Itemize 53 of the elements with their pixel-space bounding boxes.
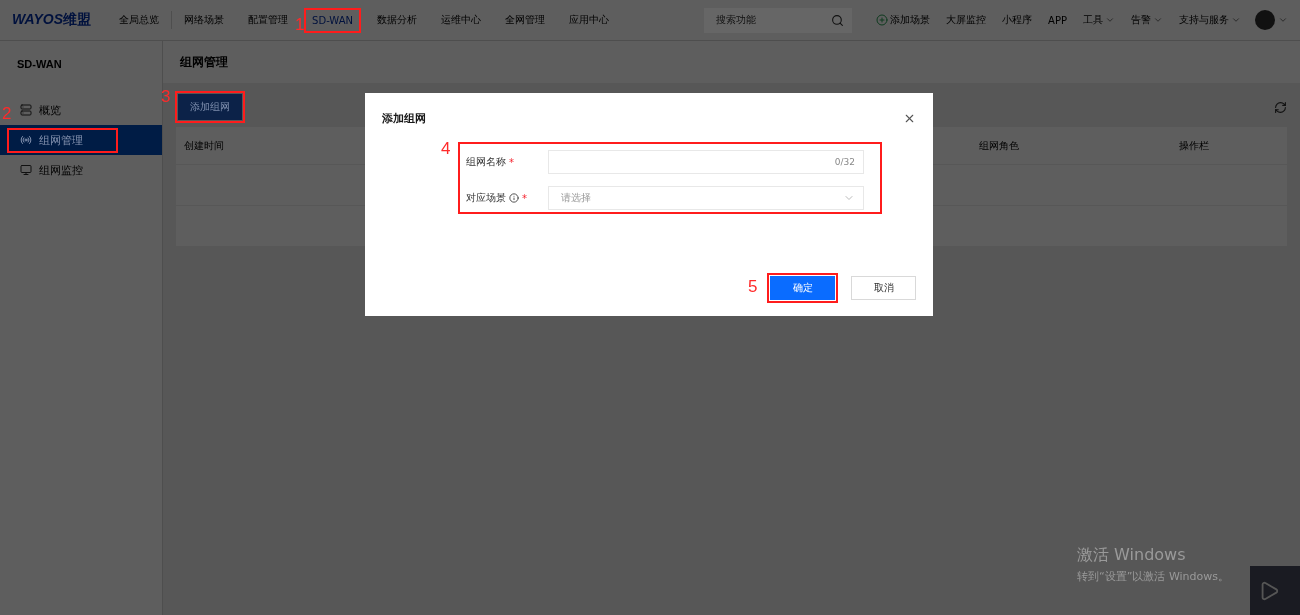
plus-circle-icon [876, 14, 889, 26]
info-icon [509, 193, 519, 203]
nav-item[interactable]: 运维中心 [437, 10, 485, 30]
confirm-button[interactable]: 确定 [770, 276, 835, 300]
header-link[interactable]: 大屏监控 [946, 13, 987, 27]
chevron-down-icon [1278, 15, 1288, 25]
sidebar-item[interactable]: 概览 [16, 95, 162, 125]
header-link[interactable]: 工具 [1083, 13, 1115, 27]
field-label: 对应场景 * [466, 191, 528, 205]
input-field[interactable]: 0/32 [548, 150, 864, 174]
avatar[interactable] [1255, 10, 1275, 30]
column-header: 操作栏 [1179, 138, 1209, 153]
search-icon [831, 13, 845, 27]
nav-item[interactable]: 全局总览 [115, 10, 164, 30]
nav-icon [20, 164, 32, 176]
sidebar-title: SD-WAN [16, 57, 63, 72]
chevron-down-icon [1231, 15, 1241, 25]
activation-text: 转到“设置”以激活 Windows。 [1077, 569, 1229, 584]
header-link[interactable]: 告警 [1131, 13, 1163, 27]
nav-icon [20, 104, 32, 116]
nav-item[interactable]: 数据分析 [373, 10, 421, 30]
nav-item[interactable]: 全网管理 [501, 10, 549, 30]
field-label: 组网名称 * [466, 155, 515, 169]
select-field[interactable]: 请选择 [548, 186, 864, 210]
dialog-title: 添加组网 [382, 111, 426, 126]
nav-icon [20, 134, 32, 146]
nav-item[interactable]: 配置管理 [244, 10, 293, 30]
close-icon [903, 112, 916, 125]
annotation-number: 5 [748, 278, 758, 295]
refresh-icon [1274, 100, 1287, 114]
header-link[interactable]: 添加场景 [876, 13, 931, 27]
annotation-number: 1 [295, 15, 305, 33]
activation-title: 激活 Windows [1077, 545, 1187, 566]
chevron-down-icon [1105, 15, 1115, 25]
annotation-number: 3 [161, 88, 171, 105]
column-header: 组网角色 [979, 138, 1019, 153]
dock-widget[interactable] [1250, 566, 1300, 615]
cancel-button[interactable]: 取消 [851, 276, 916, 300]
search-field[interactable]: 搜索功能 [704, 7, 853, 33]
header-link[interactable]: 支持与服务 [1179, 13, 1241, 27]
add-network-button[interactable]: 添加组网 [178, 94, 242, 120]
logo: WAYOS维盟 [12, 11, 92, 29]
header-link[interactable]: APP [1048, 14, 1067, 26]
chevron-down-icon [1153, 15, 1163, 25]
sidebar-item[interactable]: 组网监控 [16, 155, 162, 185]
page-title: 组网管理 [163, 41, 1300, 83]
nav-item[interactable]: 网络场景 [180, 10, 229, 30]
column-header: 创建时间 [184, 138, 224, 153]
sidebar-item[interactable]: 组网管理 [0, 125, 162, 155]
nav-item[interactable]: 应用中心 [565, 10, 613, 30]
annotation-number: 2 [2, 105, 12, 122]
header-link[interactable]: 小程序 [1002, 13, 1033, 27]
annotation-number: 4 [441, 140, 451, 157]
